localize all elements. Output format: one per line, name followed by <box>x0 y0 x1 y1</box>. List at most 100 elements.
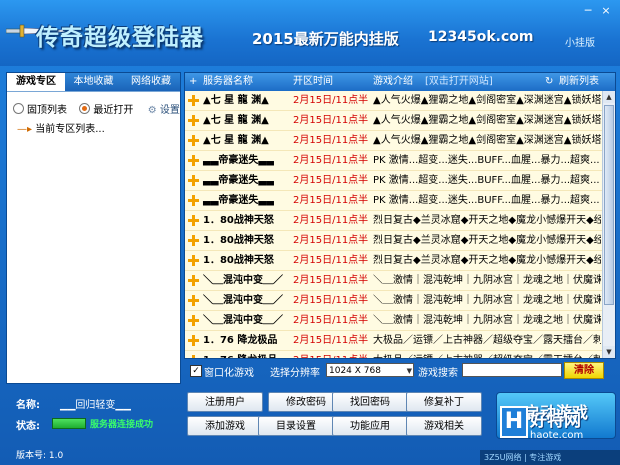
filter-bar: ✓ 窗口化游戏 选择分辨率 1024 X 768 游戏搜索 清除 <box>184 360 614 382</box>
settings-link[interactable]: 设置 <box>160 105 180 116</box>
scroll-thumb[interactable] <box>604 105 614 305</box>
open-time-cell: 2月15日/11点半 <box>293 115 369 126</box>
table-row[interactable]: ＼＿混沌中变＿／ 2月15日/11点半 ＼＿激情｜混沌乾坤｜九阴冰宫｜龙魂之地｜伏魔… <box>185 291 602 311</box>
tree-item-current-zone[interactable]: —▸ 当前专区列表... <box>17 120 105 135</box>
expand-plus-icon[interactable] <box>188 335 199 346</box>
repair-patch-button[interactable]: 修复补丁 <box>406 392 482 412</box>
col-intro[interactable]: 游戏介绍 <box>373 73 413 91</box>
zone-tabs: 游戏专区 本地收藏 网络收藏 <box>7 73 181 92</box>
minimize-button[interactable]: ─ <box>580 4 596 18</box>
add-game-button[interactable]: 添加游戏 <box>187 416 263 436</box>
refresh-list-button[interactable]: 刷新列表 <box>559 73 599 91</box>
open-time-cell: 2月15日/11点半 <box>293 255 369 266</box>
search-label: 游戏搜索 <box>418 368 458 379</box>
plus-icon: + <box>189 76 198 87</box>
intro-cell: ▲人气火爆▲狸霸之地▲剑阁密室▲深渊迷宫▲锁妖塔 <box>373 95 601 106</box>
search-input[interactable] <box>462 363 562 377</box>
server-name-cell: ▃▃帝豪迷失▃▃ <box>203 175 274 186</box>
expand-plus-icon[interactable] <box>188 95 199 106</box>
watermark: H 好特网 haote.com <box>500 406 618 450</box>
register-button[interactable]: 注册用户 <box>187 392 263 412</box>
expand-plus-icon[interactable] <box>188 175 199 186</box>
recover-password-button[interactable]: 找回密码 <box>332 392 408 412</box>
footer-strip: 3Z5U网络 | 专注游戏 <box>480 450 620 465</box>
close-button[interactable]: × <box>598 4 614 18</box>
server-name-cell: ▲七 星 龍 渊▲ <box>203 95 269 106</box>
server-name-cell: ＼＿混沌中变＿／ <box>203 315 283 326</box>
table-row[interactable]: ▲七 星 龍 渊▲ 2月15日/11点半 ▲人气火爆▲狸霸之地▲剑阁密室▲深渊迷宫▲… <box>185 131 602 151</box>
scroll-up-icon[interactable]: ▲ <box>603 91 615 103</box>
radio-recent-label: 最近打开 <box>93 105 134 116</box>
table-row[interactable]: 1．80战神天怒 2月15日/11点半 烈日复古◆兰灵冰窟◆开天之地◆魔龙小憾爆开天… <box>185 251 602 271</box>
feature-apps-button[interactable]: 功能应用 <box>332 416 408 436</box>
open-time-cell: 2月15日/11点半 <box>293 215 369 226</box>
table-row[interactable]: ＼＿混沌中变＿／ 2月15日/11点半 ＼＿激情｜混沌乾坤｜九阴冰宫｜龙魂之地｜伏魔… <box>185 311 602 331</box>
server-name-cell: 1．76 降龙极品 <box>203 351 277 358</box>
tab-network-favorites[interactable]: 网络收藏 <box>122 73 181 91</box>
refresh-icon[interactable]: ↻ <box>545 73 553 91</box>
directory-settings-button[interactable]: 目录设置 <box>258 416 334 436</box>
site-url[interactable]: 12345ok.com <box>428 29 533 45</box>
status-indicator <box>52 418 86 429</box>
table-row[interactable]: 1．80战神天怒 2月15日/11点半 烈日复古◆兰灵冰窟◆开天之地◆魔龙小憾爆开天… <box>185 211 602 231</box>
server-name-cell: ＼＿混沌中变＿／ <box>203 295 283 306</box>
table-row[interactable]: ▃▃帝豪迷失▃▃ 2月15日/11点半 PK 激情...超变...迷失...BUFF… <box>185 191 602 211</box>
server-rows: ▲七 星 龍 渊▲ 2月15日/11点半 ▲人气火爆▲狸霸之地▲剑阁密室▲深渊迷宫▲… <box>185 91 602 358</box>
watermark-logo-icon: H <box>500 406 528 438</box>
status-label: 状态: <box>16 421 40 432</box>
list-mode-row: 固顶列表 最近打开 ⚙ 设置 <box>13 101 180 116</box>
vertical-scrollbar[interactable]: ▲ ▼ <box>602 91 615 358</box>
open-time-cell: 2月15日/11点半 <box>293 315 369 326</box>
game-related-button[interactable]: 游戏相关 <box>406 416 482 436</box>
open-time-cell: 2月15日/11点半 <box>293 275 369 286</box>
open-time-cell: 2月15日/11点半 <box>293 175 369 186</box>
table-row[interactable]: ▲七 星 龍 渊▲ 2月15日/11点半 ▲人气火爆▲狸霸之地▲剑阁密室▲深渊迷宫▲… <box>185 111 602 131</box>
table-row[interactable]: 1．80战神天怒 2月15日/11点半 烈日复古◆兰灵冰窟◆开天之地◆魔龙小憾爆开天… <box>185 231 602 251</box>
expand-plus-icon[interactable] <box>188 315 199 326</box>
open-time-cell: 2月15日/11点半 <box>293 335 369 346</box>
open-time-cell: 2月15日/11点半 <box>293 95 369 106</box>
expand-plus-icon[interactable] <box>188 275 199 286</box>
intro-cell: 大极品／运镖／上古神器／超级夺宝／露天擂台／刺杀 <box>373 351 601 358</box>
table-header: + 服务器名称 开区时间 游戏介绍 [双击打开网站] ↻ 刷新列表 <box>185 73 615 91</box>
launcher-window: 传奇超级登陆器 2015最新万能内挂版 12345ok.com ─ × 小挂版 … <box>0 0 620 465</box>
table-row[interactable]: ▲七 星 龍 渊▲ 2月15日/11点半 ▲人气火爆▲狸霸之地▲剑阁密室▲深渊迷宫▲… <box>185 91 602 111</box>
table-row[interactable]: ▃▃帝豪迷失▃▃ 2月15日/11点半 PK 激情...超变...迷失...BUFF… <box>185 171 602 191</box>
col-server-name[interactable]: 服务器名称 <box>203 73 253 91</box>
watermark-url: haote.com <box>530 430 584 441</box>
gear-icon[interactable]: ⚙ <box>148 105 157 116</box>
server-name-cell: 1．80战神天怒 <box>203 255 274 266</box>
intro-cell: 烈日复古◆兰灵冰窟◆开天之地◆魔龙小憾爆开天◆经典 <box>373 215 601 226</box>
intro-cell: 烈日复古◆兰灵冰窟◆开天之地◆魔龙小憾爆开天◆经典 <box>373 255 601 266</box>
server-name-cell: ▃▃帝豪迷失▃▃ <box>203 155 274 166</box>
expand-plus-icon[interactable] <box>188 295 199 306</box>
table-row[interactable]: ＼＿混沌中变＿／ 2月15日/11点半 ＼＿激情｜混沌乾坤｜九阴冰宫｜龙魂之地｜伏魔… <box>185 271 602 291</box>
expand-plus-icon[interactable] <box>188 115 199 126</box>
radio-pinned[interactable] <box>13 103 24 114</box>
intro-cell: 烈日复古◆兰灵冰窟◆开天之地◆魔龙小憾爆开天◆经典 <box>373 235 601 246</box>
expand-plus-icon[interactable] <box>188 235 199 246</box>
expand-plus-icon[interactable] <box>188 195 199 206</box>
radio-recent[interactable] <box>79 103 91 114</box>
resolution-select[interactable]: 1024 X 768 <box>326 363 414 378</box>
col-open-time[interactable]: 开区时间 <box>293 73 333 91</box>
tab-game-zone[interactable]: 游戏专区 <box>7 73 66 91</box>
expand-plus-icon[interactable] <box>188 355 199 358</box>
table-row[interactable]: 1．76 降龙极品 2月15日/11点半大极品／运镖／上古神器／超级夺宝／露天擂台… <box>185 351 602 358</box>
app-subtitle: 2015最新万能内挂版 <box>252 30 399 48</box>
expand-plus-icon[interactable] <box>188 215 199 226</box>
expand-plus-icon[interactable] <box>188 135 199 146</box>
server-name-cell: ＼＿混沌中变＿／ <box>203 275 283 286</box>
intro-cell: 大极品／运镖／上古神器／超级夺宝／露天擂台／刺杀 <box>373 335 601 346</box>
expand-plus-icon[interactable] <box>188 155 199 166</box>
table-row[interactable]: 1．76 降龙极品 2月15日/11点半大极品／运镖／上古神器／超级夺宝／露天擂台… <box>185 331 602 351</box>
scroll-down-icon[interactable]: ▼ <box>603 346 615 358</box>
table-row[interactable]: ▃▃帝豪迷失▃▃ 2月15日/11点半 PK 激情...超变...迷失...BUFF… <box>185 151 602 171</box>
expand-plus-icon[interactable] <box>188 255 199 266</box>
windowed-checkbox[interactable]: ✓ <box>190 365 202 377</box>
radio-pinned-label: 固顶列表 <box>27 105 67 116</box>
tray-link[interactable]: 小挂版 <box>565 34 595 49</box>
name-label: 名称: <box>16 400 40 411</box>
tab-local-favorites[interactable]: 本地收藏 <box>65 73 123 91</box>
clear-button[interactable]: 清除 <box>564 362 604 379</box>
